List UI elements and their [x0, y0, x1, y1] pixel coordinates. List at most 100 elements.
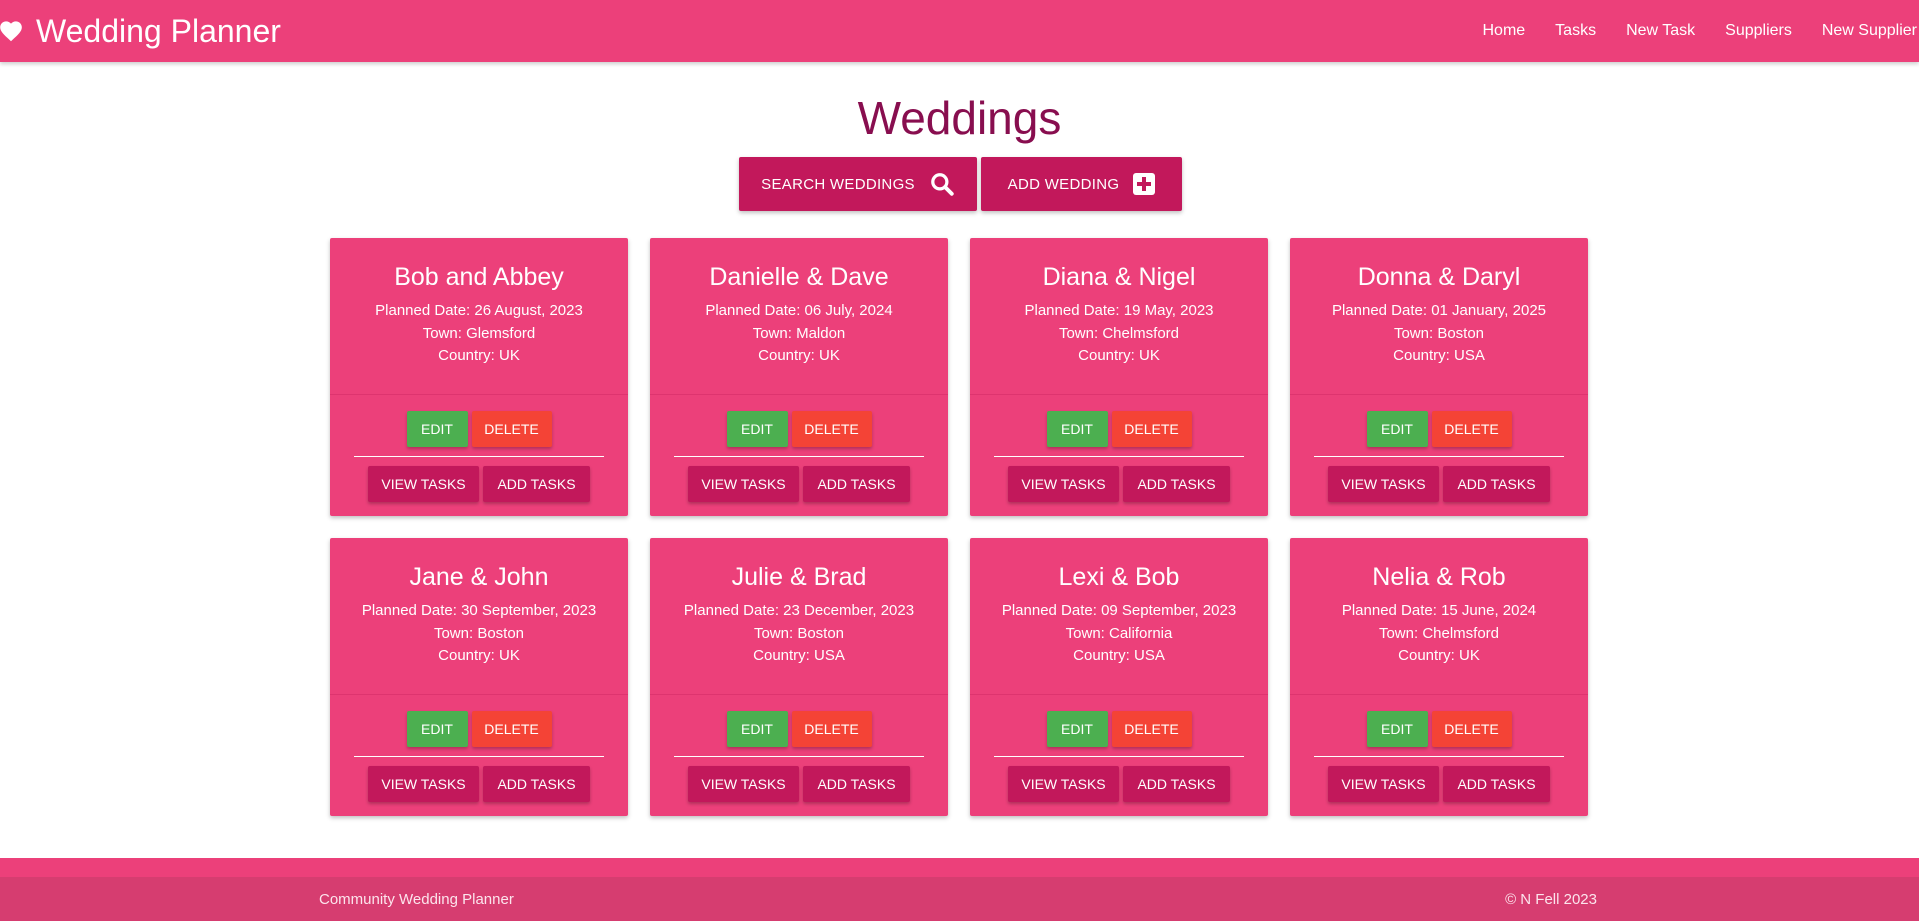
- card-actions: EDIT DELETE VIEW TASKS ADD TASKS: [330, 395, 628, 502]
- card-content: Lexi & Bob Planned Date: 09 September, 2…: [970, 538, 1268, 695]
- wedding-title: Nelia & Rob: [1372, 563, 1506, 591]
- page-actions: SEARCH WEDDINGS ADD WEDDING: [0, 157, 1919, 211]
- add-tasks-button[interactable]: ADD TASKS: [1123, 466, 1230, 502]
- delete-button[interactable]: DELETE: [1431, 711, 1512, 747]
- wedding-title: Lexi & Bob: [1058, 563, 1180, 591]
- brand-title: Wedding Planner: [36, 12, 281, 49]
- wedding-country: Country: UK: [1078, 347, 1160, 364]
- brand-link[interactable]: Wedding Planner: [0, 0, 281, 62]
- card-content: Jane & John Planned Date: 30 September, …: [330, 538, 628, 695]
- wedding-town: Town: Boston: [1393, 324, 1485, 342]
- card-divider: [994, 456, 1244, 457]
- add-tasks-button[interactable]: ADD TASKS: [803, 466, 910, 502]
- wedding-town: Town: Chelmsford: [1378, 624, 1500, 642]
- card-actions: EDIT DELETE VIEW TASKS ADD TASKS: [970, 395, 1268, 502]
- card-actions: EDIT DELETE VIEW TASKS ADD TASKS: [650, 695, 948, 802]
- wedding-town: Town: Boston: [433, 624, 525, 642]
- edit-button[interactable]: EDIT: [726, 711, 788, 747]
- wedding-title: Donna & Daryl: [1357, 263, 1521, 291]
- wedding-card: Nelia & Rob Planned Date: 15 June, 2024 …: [1290, 538, 1588, 816]
- view-tasks-button[interactable]: VIEW TASKS: [1008, 466, 1119, 502]
- add-tasks-button[interactable]: ADD TASKS: [483, 466, 590, 502]
- wedding-town: Town: California: [1065, 624, 1173, 642]
- wedding-country: Country: USA: [1393, 347, 1485, 364]
- edit-button[interactable]: EDIT: [1366, 711, 1428, 747]
- footer-right-text: © N Fell 2023: [1505, 890, 1597, 908]
- add-wedding-button[interactable]: ADD WEDDING: [981, 157, 1182, 211]
- search-icon: [929, 171, 955, 197]
- card-content: Danielle & Dave Planned Date: 06 July, 2…: [650, 238, 948, 395]
- card-divider: [994, 756, 1244, 757]
- wedding-date: Planned Date: 23 December, 2023: [683, 602, 915, 619]
- wedding-date: Planned Date: 30 September, 2023: [361, 602, 597, 619]
- page-title: Weddings: [857, 92, 1062, 144]
- wedding-date: Planned Date: 15 June, 2024: [1341, 602, 1537, 619]
- wedding-country: Country: UK: [438, 647, 520, 664]
- nav-links: Home Tasks New Task Suppliers New Suppli…: [1467, 0, 1919, 62]
- card-divider: [674, 756, 924, 757]
- wedding-card: Bob and Abbey Planned Date: 26 August, 2…: [330, 238, 628, 516]
- view-tasks-button[interactable]: VIEW TASKS: [368, 466, 479, 502]
- card-content: Diana & Nigel Planned Date: 19 May, 2023…: [970, 238, 1268, 395]
- card-actions: EDIT DELETE VIEW TASKS ADD TASKS: [970, 695, 1268, 802]
- wedding-card: Danielle & Dave Planned Date: 06 July, 2…: [650, 238, 948, 516]
- weddings-grid: Bob and Abbey Planned Date: 26 August, 2…: [330, 238, 1589, 816]
- card-content: Julie & Brad Planned Date: 23 December, …: [650, 538, 948, 695]
- edit-button[interactable]: EDIT: [1046, 411, 1108, 447]
- wedding-country: Country: USA: [1073, 647, 1165, 664]
- wedding-card: Jane & John Planned Date: 30 September, …: [330, 538, 628, 816]
- delete-button[interactable]: DELETE: [791, 411, 872, 447]
- wedding-card: Donna & Daryl Planned Date: 01 January, …: [1290, 238, 1588, 516]
- edit-button[interactable]: EDIT: [1366, 411, 1428, 447]
- add-tasks-button[interactable]: ADD TASKS: [1443, 766, 1550, 802]
- add-tasks-button[interactable]: ADD TASKS: [1443, 466, 1550, 502]
- wedding-country: Country: UK: [1398, 647, 1480, 664]
- wedding-country: Country: UK: [438, 347, 520, 364]
- add-tasks-button[interactable]: ADD TASKS: [803, 766, 910, 802]
- wedding-title: Bob and Abbey: [394, 263, 564, 291]
- wedding-date: Planned Date: 26 August, 2023: [375, 302, 583, 319]
- wedding-date: Planned Date: 01 January, 2025: [1331, 302, 1547, 319]
- delete-button[interactable]: DELETE: [471, 711, 552, 747]
- plus-square-icon: [1133, 173, 1156, 195]
- card-divider: [1314, 456, 1564, 457]
- wedding-card: Julie & Brad Planned Date: 23 December, …: [650, 538, 948, 816]
- card-divider: [1314, 756, 1564, 757]
- heart-icon: [0, 18, 24, 44]
- view-tasks-button[interactable]: VIEW TASKS: [688, 466, 799, 502]
- wedding-title: Jane & John: [409, 563, 549, 591]
- view-tasks-button[interactable]: VIEW TASKS: [688, 766, 799, 802]
- card-content: Donna & Daryl Planned Date: 01 January, …: [1290, 238, 1588, 395]
- wedding-town: Town: Boston: [753, 624, 845, 642]
- edit-button[interactable]: EDIT: [406, 711, 468, 747]
- wedding-country: Country: USA: [753, 647, 845, 664]
- delete-button[interactable]: DELETE: [1111, 711, 1192, 747]
- delete-button[interactable]: DELETE: [791, 711, 872, 747]
- wedding-country: Country: UK: [758, 347, 840, 364]
- wedding-town: Town: Glemsford: [422, 324, 536, 342]
- view-tasks-button[interactable]: VIEW TASKS: [368, 766, 479, 802]
- delete-button[interactable]: DELETE: [1111, 411, 1192, 447]
- edit-button[interactable]: EDIT: [406, 411, 468, 447]
- nav-new-task[interactable]: New Task: [1611, 0, 1710, 62]
- view-tasks-button[interactable]: VIEW TASKS: [1008, 766, 1119, 802]
- nav-tasks[interactable]: Tasks: [1540, 0, 1611, 62]
- view-tasks-button[interactable]: VIEW TASKS: [1328, 766, 1439, 802]
- wedding-date: Planned Date: 19 May, 2023: [1024, 302, 1214, 319]
- card-actions: EDIT DELETE VIEW TASKS ADD TASKS: [1290, 695, 1588, 802]
- add-tasks-button[interactable]: ADD TASKS: [1123, 766, 1230, 802]
- edit-button[interactable]: EDIT: [1046, 711, 1108, 747]
- edit-button[interactable]: EDIT: [726, 411, 788, 447]
- navbar: Wedding Planner Home Tasks New Task Supp…: [0, 0, 1919, 62]
- view-tasks-button[interactable]: VIEW TASKS: [1328, 466, 1439, 502]
- search-weddings-button[interactable]: SEARCH WEDDINGS: [739, 157, 977, 211]
- delete-button[interactable]: DELETE: [471, 411, 552, 447]
- delete-button[interactable]: DELETE: [1431, 411, 1512, 447]
- nav-home[interactable]: Home: [1467, 0, 1540, 62]
- add-tasks-button[interactable]: ADD TASKS: [483, 766, 590, 802]
- wedding-date: Planned Date: 09 September, 2023: [1001, 602, 1237, 619]
- card-actions: EDIT DELETE VIEW TASKS ADD TASKS: [330, 695, 628, 802]
- wedding-title: Diana & Nigel: [1042, 263, 1196, 291]
- nav-new-supplier[interactable]: New Supplier: [1807, 0, 1919, 62]
- nav-suppliers[interactable]: Suppliers: [1710, 0, 1807, 62]
